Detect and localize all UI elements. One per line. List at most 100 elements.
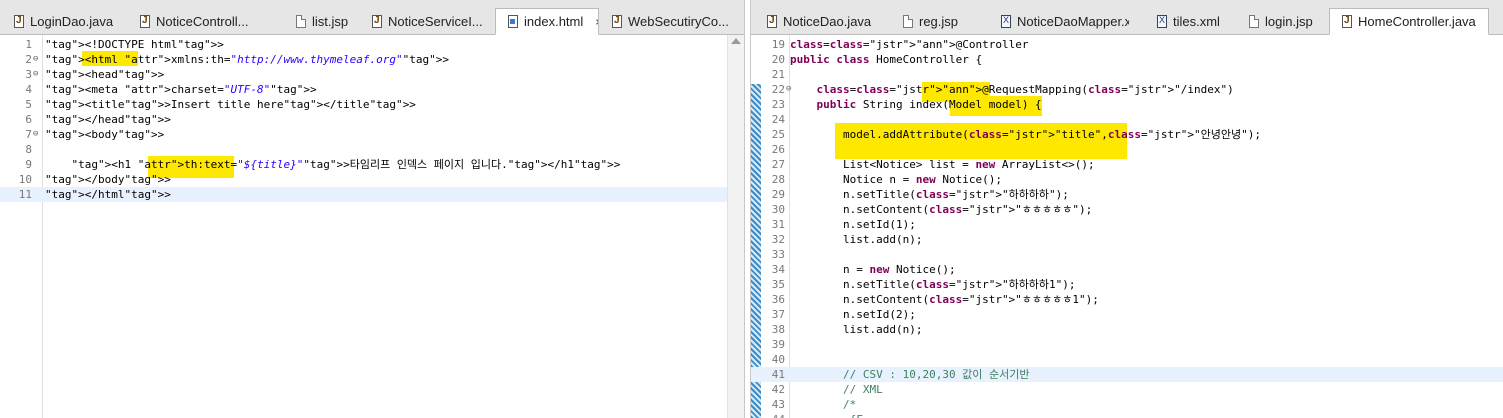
close-icon[interactable]: × xyxy=(595,15,598,29)
code-line[interactable]: 44 {F xyxy=(751,412,1503,418)
tab-label: list.jsp xyxy=(312,13,349,29)
java-file-icon xyxy=(372,14,382,28)
code-text: "tag"><meta "attr">charset="UTF-8""tag">… xyxy=(45,83,317,96)
line-number: 2 xyxy=(25,53,32,66)
left-vertical-scrollbar[interactable] xyxy=(727,35,744,418)
code-line[interactable]: 21 xyxy=(751,67,1503,82)
code-text: list.add(n); xyxy=(790,323,923,336)
code-text: public class HomeController { xyxy=(790,53,983,66)
code-line[interactable]: 36 n.setContent(class="jstr">"ㅎㅎㅎㅎㅎ1"); xyxy=(751,292,1503,307)
code-line[interactable]: 30 n.setContent(class="jstr">"ㅎㅎㅎㅎㅎ"); xyxy=(751,202,1503,217)
code-line[interactable]: 9 "tag"><h1 "attr">th:text="${title}""ta… xyxy=(0,157,744,172)
left-code-editor[interactable]: 1 "tag"><!DOCTYPE html"tag">> 2 ⊖ "tag"><htm… xyxy=(0,35,744,418)
code-line[interactable]: 38 list.add(n); xyxy=(751,322,1503,337)
code-line[interactable]: 10 "tag"></body"tag">> xyxy=(0,172,744,187)
code-line[interactable]: 8 xyxy=(0,142,744,157)
line-number: 5 xyxy=(25,98,32,111)
tab-noticecontroll[interactable]: NoticeControll... xyxy=(128,8,252,34)
code-text: n.setTitle(class="jstr">"하하하하"); xyxy=(790,188,1069,201)
right-code-editor[interactable]: 19 class=class="jstr">"ann">@Controller 20… xyxy=(751,35,1503,418)
tab-noticeservicei[interactable]: NoticeServiceI... xyxy=(360,8,490,34)
code-line[interactable]: 34 n = new Notice(); xyxy=(751,262,1503,277)
line-number: 35 xyxy=(771,278,785,291)
line-number: 34 xyxy=(771,263,785,276)
tab-index-html[interactable]: index.html × xyxy=(495,8,599,35)
fold-toggle-icon[interactable]: ⊖ xyxy=(33,127,38,142)
code-line[interactable]: 1 "tag"><!DOCTYPE html"tag">> xyxy=(0,37,744,52)
code-text: "tag"><title"tag">>Insert title here"tag… xyxy=(45,98,416,111)
code-line[interactable]: 42 // XML xyxy=(751,382,1503,397)
tab-label: NoticeControll... xyxy=(156,13,249,29)
code-line[interactable]: 25 model.addAttribute(class="jstr">"titl… xyxy=(751,127,1503,142)
tab-reg-jsp[interactable]: reg.jsp xyxy=(891,8,985,34)
code-line[interactable]: 3 ⊖ "tag"><head"tag">> xyxy=(0,67,744,82)
code-line[interactable]: 43 /* xyxy=(751,397,1503,412)
code-line[interactable]: 11 "tag"></html"tag">> xyxy=(0,187,744,202)
java-file-icon xyxy=(767,14,777,28)
code-line[interactable]: 29 n.setTitle(class="jstr">"하하하하"); xyxy=(751,187,1503,202)
line-number: 3 xyxy=(25,68,32,81)
line-number: 19 xyxy=(771,38,785,51)
jsp-file-icon xyxy=(903,14,913,28)
code-line[interactable]: 28 Notice n = new Notice(); xyxy=(751,172,1503,187)
code-line[interactable]: 4 "tag"><meta "attr">charset="UTF-8""tag"… xyxy=(0,82,744,97)
line-number: 6 xyxy=(25,113,32,126)
java-file-icon xyxy=(14,14,24,28)
tab-homecontroller-java[interactable]: HomeController.java × xyxy=(1329,8,1489,35)
code-text: n.setTitle(class="jstr">"하하하하1"); xyxy=(790,278,1076,291)
tab-label: reg.jsp xyxy=(919,13,959,29)
code-line[interactable]: 23 public String index(Model model) { xyxy=(751,97,1503,112)
tab-label: HomeController.java xyxy=(1358,14,1476,29)
tab-label: WebSecutiryCo... xyxy=(628,13,729,29)
line-number: 11 xyxy=(18,188,32,201)
tab-login-jsp[interactable]: login.jsp xyxy=(1237,8,1317,34)
code-line[interactable]: 32 list.add(n); xyxy=(751,232,1503,247)
code-line[interactable]: 39 xyxy=(751,337,1503,352)
tab-noticedao-java[interactable]: NoticeDao.java xyxy=(755,8,875,34)
code-text: {F xyxy=(790,412,863,418)
tab-list-jsp[interactable]: list.jsp xyxy=(284,8,360,34)
fold-toggle-icon[interactable]: ⊖ xyxy=(33,67,38,82)
code-line[interactable]: 41 // CSV : 10,20,30 값이 순서기반 xyxy=(751,367,1503,382)
code-line[interactable]: 6 "tag"></head"tag">> xyxy=(0,112,744,127)
java-file-icon xyxy=(140,14,150,28)
code-text: n = new Notice(); xyxy=(790,263,956,276)
tab-logindao-java[interactable]: LoginDao.java xyxy=(2,8,128,34)
code-line[interactable]: 33 xyxy=(751,247,1503,262)
code-line[interactable]: 20 public class HomeController { xyxy=(751,52,1503,67)
java-file-icon xyxy=(612,14,622,28)
code-line[interactable]: 7 ⊖ "tag"><body"tag">> xyxy=(0,127,744,142)
html-file-icon xyxy=(508,15,518,28)
code-line[interactable]: 35 n.setTitle(class="jstr">"하하하하1"); xyxy=(751,277,1503,292)
tab-tiles-xml[interactable]: tiles.xml xyxy=(1145,8,1231,34)
code-text: model.addAttribute(class="jstr">"title",… xyxy=(790,128,1261,141)
code-text: List<Notice> list = new ArrayList<>(); xyxy=(790,158,1095,171)
right-tab-bar: NoticeDao.java reg.jsp NoticeDaoMapper.xml… xyxy=(751,0,1503,35)
code-line[interactable]: 2 ⊖ "tag"><html "attr">xmlns:th="http://ww… xyxy=(0,52,744,67)
close-icon[interactable]: × xyxy=(1488,15,1489,29)
line-number: 44 xyxy=(759,412,785,418)
code-line[interactable]: 19 class=class="jstr">"ann">@Controller xyxy=(751,37,1503,52)
code-line[interactable]: 22 ⊖ class=class="jstr">"ann">@RequestMap… xyxy=(751,82,1503,97)
tab-noticedaomapper-xml[interactable]: NoticeDaoMapper.xml xyxy=(989,8,1129,34)
line-number: 38 xyxy=(771,323,785,336)
code-line[interactable]: 26 xyxy=(751,142,1503,157)
xml-file-icon xyxy=(1001,14,1011,28)
code-line[interactable]: 40 xyxy=(751,352,1503,367)
scroll-up-arrow-icon[interactable] xyxy=(731,38,741,44)
jsp-file-icon xyxy=(1249,14,1259,28)
code-line[interactable]: 27 List<Notice> list = new ArrayList<>()… xyxy=(751,157,1503,172)
tab-websecutiryco[interactable]: WebSecutiryCo... xyxy=(600,8,744,34)
code-line[interactable]: 37 n.setId(2); xyxy=(751,307,1503,322)
code-text: "tag"><head"tag">> xyxy=(45,68,165,81)
code-text: // XML xyxy=(790,383,883,396)
code-line[interactable]: 5 "tag"><title"tag">>Insert title here"ta… xyxy=(0,97,744,112)
line-number: 33 xyxy=(771,248,785,261)
code-line[interactable]: 31 n.setId(1); xyxy=(751,217,1503,232)
code-text: "tag"><body"tag">> xyxy=(45,128,165,141)
code-text: n.setId(1); xyxy=(790,218,916,231)
fold-toggle-icon[interactable]: ⊖ xyxy=(33,52,38,67)
tab-label: login.jsp xyxy=(1265,13,1313,29)
line-number: 32 xyxy=(771,233,785,246)
code-line[interactable]: 24 xyxy=(751,112,1503,127)
